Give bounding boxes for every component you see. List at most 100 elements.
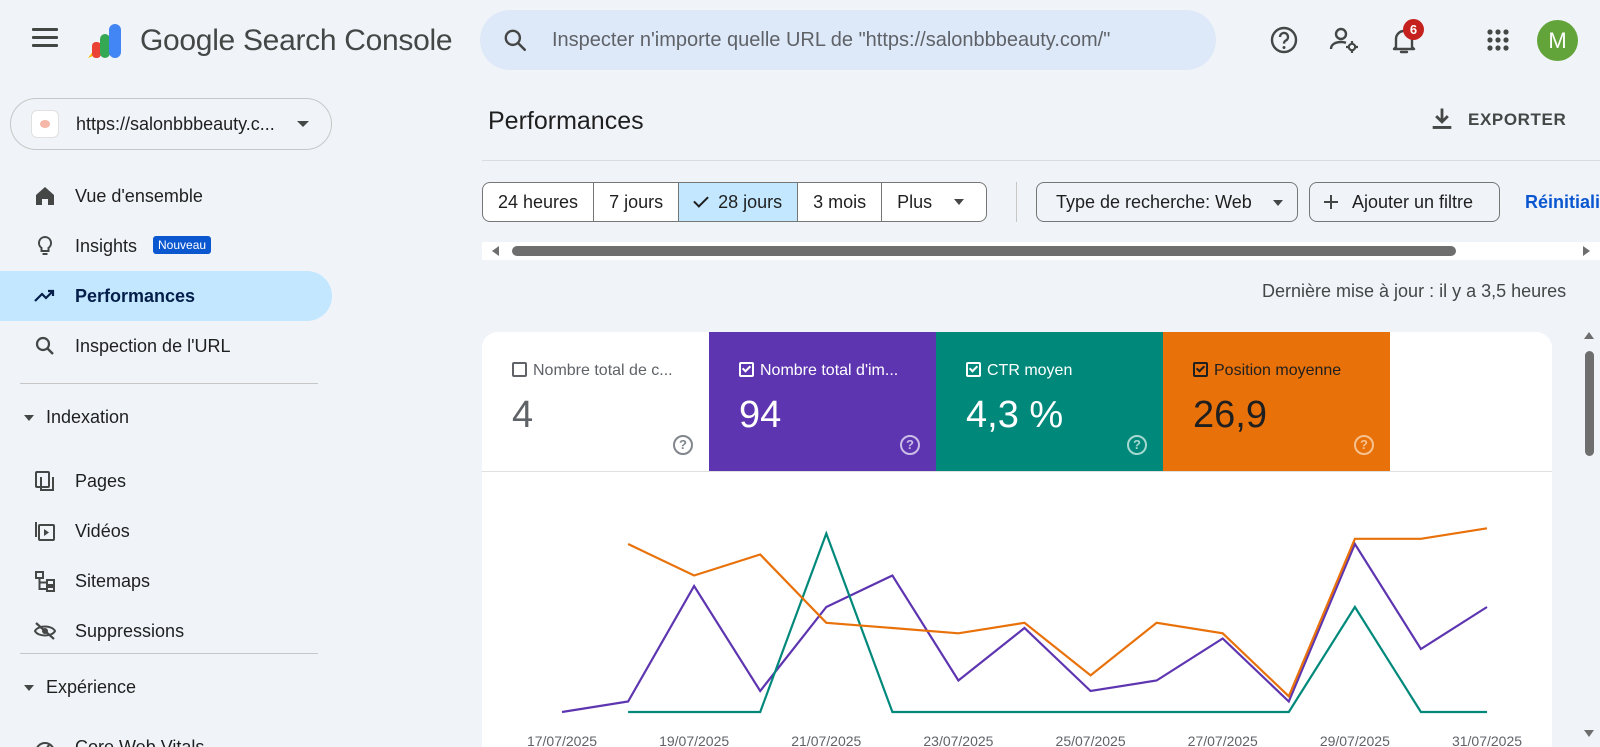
- metric-value: 94: [739, 394, 782, 436]
- scroll-up-icon[interactable]: [1584, 332, 1594, 339]
- scroll-left-icon[interactable]: [492, 246, 499, 256]
- header-divider: [482, 160, 1600, 161]
- download-icon: [1432, 108, 1452, 129]
- eye-off-icon: [33, 622, 57, 640]
- sidebar-item-insights[interactable]: Insights Nouveau: [0, 221, 332, 271]
- section-experience[interactable]: Expérience: [24, 677, 136, 698]
- section-indexation[interactable]: Indexation: [24, 407, 129, 428]
- metric-value: 4,3 %: [966, 394, 1064, 436]
- x-tick-label: 27/07/2025: [1188, 733, 1258, 747]
- video-icon: [35, 522, 55, 541]
- top-bar: Google Search Console 6 M: [0, 0, 1600, 84]
- metric-label-text: Nombre total d'im...: [760, 362, 899, 379]
- sidebar-item-videos[interactable]: Vidéos: [0, 506, 332, 556]
- sidebar-item-core-web-vitals[interactable]: Core Web Vitals: [0, 722, 332, 747]
- app-title: Google Search Console: [140, 24, 453, 57]
- range-28d[interactable]: 28 jours: [679, 183, 799, 221]
- collapse-icon: [24, 685, 34, 692]
- account-avatar[interactable]: M: [1537, 20, 1578, 61]
- metric-label: Nombre total d'im...: [739, 362, 898, 380]
- metric-total-impressions[interactable]: Nombre total d'im... 94 ?: [709, 332, 936, 471]
- sidebar-item-pages[interactable]: Pages: [0, 456, 332, 506]
- add-filter-button[interactable]: Ajouter un filtre: [1309, 182, 1500, 222]
- metric-value: 4: [512, 394, 534, 436]
- chevron-down-icon: [1273, 200, 1283, 206]
- sidebar-item-label: Insights: [75, 236, 138, 256]
- metric-average-position[interactable]: Position moyenne 26,9 ?: [1163, 332, 1390, 471]
- help-icon[interactable]: ?: [1354, 435, 1374, 455]
- performance-card: Nombre total de c... 4 ? Nombre total d'…: [482, 332, 1552, 747]
- plus-icon: [1324, 195, 1338, 209]
- export-label: EXPORTER: [1468, 110, 1567, 129]
- filter-separator: [1016, 182, 1017, 222]
- scrollbar-thumb[interactable]: [1585, 351, 1594, 456]
- help-icon[interactable]: ?: [900, 435, 920, 455]
- property-selector[interactable]: https://salonbbbeauty.c...: [10, 98, 332, 150]
- sidebar-item-label: Pages: [75, 471, 127, 491]
- new-badge: Nouveau: [153, 236, 212, 254]
- range-7d[interactable]: 7 jours: [594, 183, 680, 221]
- metric-label: Nombre total de c...: [512, 362, 673, 380]
- search-icon: [504, 29, 527, 52]
- sidebar-item-label: Suppressions: [75, 621, 185, 641]
- sidebar-item-removals[interactable]: Suppressions: [0, 606, 332, 656]
- x-tick-label: 29/07/2025: [1320, 733, 1390, 747]
- range-more-label: Plus: [897, 192, 933, 212]
- metric-label-text: Nombre total de c...: [533, 362, 673, 379]
- site-favicon: [31, 110, 59, 138]
- range-24h[interactable]: 24 heures: [483, 183, 595, 221]
- checkbox-checked-icon: [1193, 362, 1208, 377]
- range-more[interactable]: Plus: [882, 183, 986, 221]
- x-tick-label: 19/07/2025: [659, 733, 729, 747]
- sitemap-icon: [35, 571, 55, 592]
- trending-up-icon: [34, 289, 55, 302]
- add-filter-label: Ajouter un filtre: [1352, 192, 1474, 212]
- sidebar-item-sitemaps[interactable]: Sitemaps: [0, 556, 332, 606]
- check-icon: [693, 192, 709, 208]
- metric-total-clicks[interactable]: Nombre total de c... 4 ?: [482, 332, 709, 471]
- checkbox-checked-icon: [966, 362, 981, 377]
- search-console-logo: [88, 24, 121, 58]
- gauge-icon: [36, 742, 54, 747]
- x-tick-label: 21/07/2025: [791, 733, 861, 747]
- scroll-down-icon[interactable]: [1584, 730, 1594, 737]
- pages-icon: [35, 471, 54, 491]
- x-tick-label: 25/07/2025: [1056, 733, 1126, 747]
- search-input[interactable]: [552, 24, 1192, 56]
- reset-button[interactable]: Réinitialis: [1525, 192, 1600, 213]
- range-3m[interactable]: 3 mois: [798, 183, 883, 221]
- last-updated-text: Dernière mise à jour : il y a 3,5 heures: [1262, 281, 1567, 301]
- scroll-right-icon[interactable]: [1583, 246, 1590, 256]
- apps-grid-icon[interactable]: [1480, 22, 1516, 58]
- metric-label-text: CTR moyen: [987, 362, 1073, 379]
- lightbulb-icon: [37, 235, 53, 255]
- help-icon[interactable]: ?: [1127, 435, 1147, 455]
- sidebar-item-overview[interactable]: Vue d'ensemble: [0, 171, 332, 221]
- help-icon[interactable]: ?: [673, 435, 693, 455]
- checkbox-unchecked-icon: [512, 362, 527, 377]
- sidebar-divider: [20, 653, 318, 654]
- sidebar-divider: [20, 383, 318, 384]
- metric-average-ctr[interactable]: CTR moyen 4,3 % ?: [936, 332, 1163, 471]
- chevron-down-icon: [954, 199, 965, 205]
- sidebar-item-url-inspection[interactable]: Inspection de l'URL: [0, 321, 332, 371]
- sidebar-item-label: Vue d'ensemble: [75, 186, 203, 206]
- vertical-scrollbar[interactable]: [1580, 328, 1598, 747]
- menu-icon[interactable]: [32, 28, 58, 50]
- url-inspection-search[interactable]: [480, 10, 1216, 70]
- range-28d-label: 28 jours: [718, 192, 783, 212]
- help-icon[interactable]: [1266, 22, 1302, 58]
- sidebar-item-label: Performances: [75, 286, 196, 306]
- horizontal-scrollbar[interactable]: [482, 242, 1600, 260]
- sidebar-item-label: Core Web Vitals: [75, 737, 205, 747]
- scrollbar-thumb[interactable]: [512, 246, 1456, 256]
- x-tick-label: 31/07/2025: [1452, 733, 1522, 747]
- page-title: Performances: [488, 107, 644, 135]
- sidebar-item-performance[interactable]: Performances: [0, 271, 332, 321]
- series-line-0: [561, 541, 1488, 714]
- manage-users-icon[interactable]: [1326, 22, 1362, 58]
- chevron-down-icon: [297, 121, 309, 127]
- performance-chart: 17/07/2025 19/07/2025 21/07/2025 23/07/2025…: [527, 527, 1522, 747]
- search-type-chip[interactable]: Type de recherche: Web: [1036, 182, 1298, 222]
- sidebar-item-label: Inspection de l'URL: [75, 336, 231, 356]
